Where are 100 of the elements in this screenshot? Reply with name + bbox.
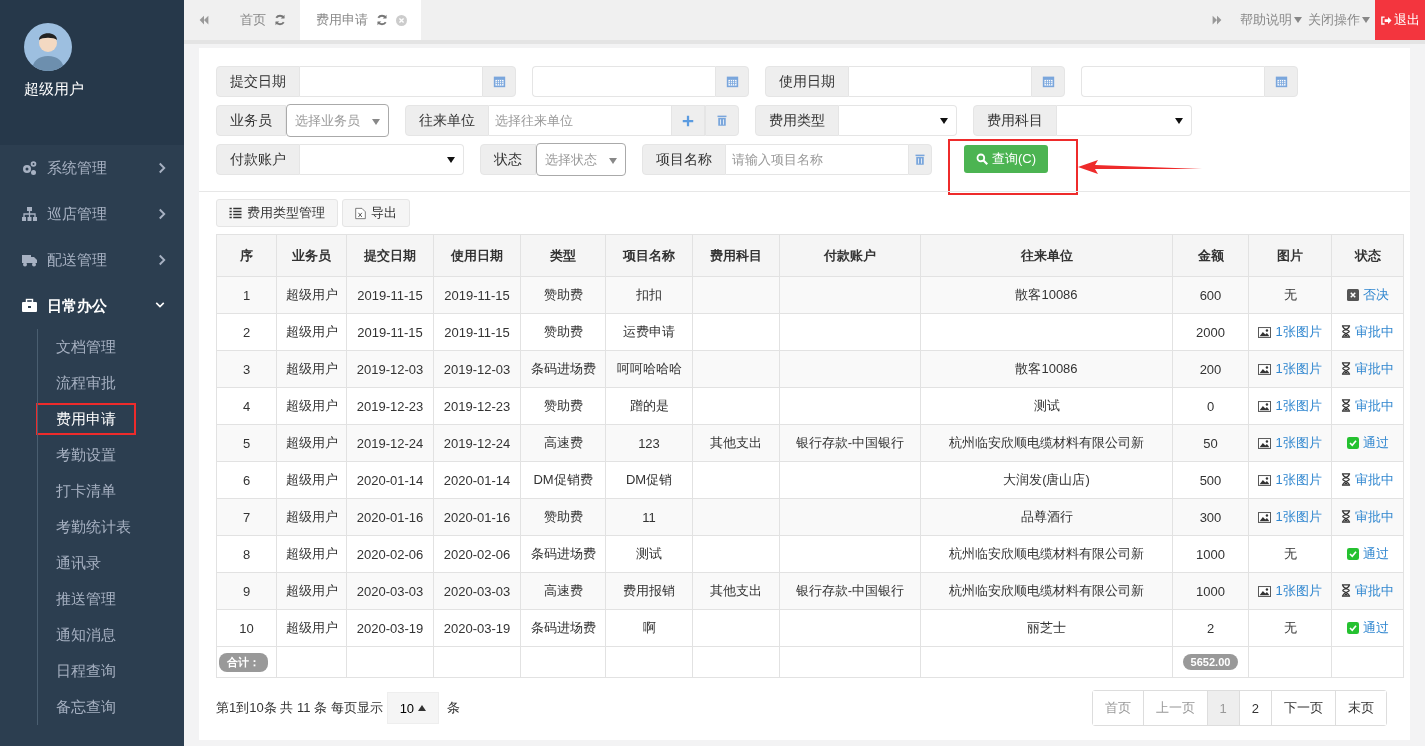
column-header: 序 <box>216 234 277 277</box>
calendar-button[interactable] <box>1264 66 1298 97</box>
calendar-button[interactable] <box>715 66 749 97</box>
calendar-button[interactable] <box>482 66 516 97</box>
submenu-item[interactable]: 通讯录 <box>36 547 121 579</box>
submenu-item[interactable]: 考勤统计表 <box>36 511 151 543</box>
table-cell: 8 <box>216 535 277 573</box>
close-icon[interactable] <box>396 14 407 26</box>
table-cell: 运费申请 <box>605 313 693 351</box>
page-button[interactable]: 1 <box>1206 691 1239 725</box>
toolbar-button[interactable]: 费用类型管理 <box>216 199 338 227</box>
table-cell: 2019-11-15 <box>433 313 521 351</box>
table-cell: 呵呵哈哈哈 <box>605 350 693 388</box>
picture-icon <box>1258 474 1272 486</box>
table-cell: 杭州临安欣顺电缆材料有限公司新 <box>920 572 1173 610</box>
chevron-right-icon <box>158 162 166 174</box>
page-size-dropdown[interactable]: 10 <box>386 692 440 724</box>
field-label: 业务员 <box>216 105 286 136</box>
clear-button[interactable] <box>908 144 932 175</box>
column-header: 往来单位 <box>920 234 1173 277</box>
submenu-item[interactable]: 推送管理 <box>36 583 136 615</box>
menu-item[interactable]: 日常办公 <box>0 283 184 329</box>
table-cell: 超级用户 <box>276 498 347 536</box>
page-unit: 条 <box>447 699 461 717</box>
table-cell: 200 <box>1172 350 1249 388</box>
table-cell: 超级用户 <box>276 350 347 388</box>
column-header: 项目名称 <box>605 234 693 277</box>
check-square-icon <box>1346 622 1359 634</box>
menu-item[interactable]: 巡店管理 <box>0 191 184 237</box>
page-button[interactable]: 末页 <box>1335 691 1386 725</box>
submenu-item[interactable]: 考勤设置 <box>36 439 136 471</box>
date-field[interactable] <box>1081 66 1264 97</box>
user-name: 超级用户 <box>24 80 85 99</box>
picture-icon <box>1258 400 1272 412</box>
select-field[interactable] <box>1057 105 1192 136</box>
table-cell: 4 <box>216 387 277 425</box>
table-cell: 123 <box>605 424 693 462</box>
x-square-icon <box>1346 289 1359 301</box>
submenu-item[interactable]: 费用申请 <box>36 403 136 435</box>
table-cell: 2020-01-16 <box>433 498 521 536</box>
table-cell: 超级用户 <box>276 424 347 462</box>
table-cell: 2019-11-15 <box>346 313 434 351</box>
picture-icon <box>1258 585 1272 597</box>
table-cell: 1000 <box>1172 572 1249 610</box>
picture-icon <box>1258 511 1272 523</box>
date-field[interactable] <box>532 66 715 97</box>
table-cell: 大润发(唐山店) <box>920 461 1173 499</box>
menu-item[interactable]: 配送管理 <box>0 237 184 283</box>
calendar-icon <box>725 75 739 88</box>
toolbar-button[interactable]: 导出 <box>342 199 410 227</box>
submenu-item[interactable]: 通知消息 <box>36 619 136 651</box>
table-cell: 2020-03-19 <box>346 609 434 647</box>
table-cell: 7 <box>216 498 277 536</box>
submenu-item[interactable]: 日程查询 <box>36 655 136 687</box>
date-field[interactable] <box>300 66 482 97</box>
table-cell: 2019-11-15 <box>433 276 521 314</box>
table-cell: 银行存款-中国银行 <box>779 424 921 462</box>
table-cell: 10 <box>216 609 277 647</box>
menu-dropdown[interactable]: 关闭操作 <box>1305 0 1373 40</box>
table-cell: 2019-12-03 <box>433 350 521 388</box>
select-field[interactable] <box>300 144 464 175</box>
text-field[interactable]: 请输入项目名称 <box>726 144 908 175</box>
table-cell: 50 <box>1172 424 1249 462</box>
table-cell: 扣扣 <box>605 276 693 314</box>
query-button[interactable]: 查询(C) <box>964 144 1049 173</box>
menu-item[interactable]: 系统管理 <box>0 145 184 191</box>
truck-icon <box>20 252 38 268</box>
select-field[interactable]: 选择状态 <box>536 143 626 176</box>
field-label: 状态 <box>480 144 536 175</box>
total-label: 合计： <box>219 652 268 672</box>
submenu-item[interactable]: 文档管理 <box>36 331 136 363</box>
date-field[interactable] <box>849 66 1031 97</box>
text-field[interactable]: 选择往来单位 <box>489 105 671 136</box>
table-cell: 6 <box>216 461 277 499</box>
tab[interactable]: 首页 <box>224 0 300 40</box>
table-cell: 高速费 <box>520 424 606 462</box>
hourglass-icon <box>1341 584 1351 598</box>
sitemap-icon <box>20 206 38 222</box>
tab[interactable]: 费用申请 <box>300 0 421 40</box>
table-cell: 赞助费 <box>520 313 606 351</box>
logout-button[interactable]: 退出 <box>1375 0 1425 40</box>
submenu-item[interactable]: 流程审批 <box>36 367 136 399</box>
table-cell: 银行存款-中国银行 <box>779 572 921 610</box>
select-field[interactable]: 选择业务员 <box>286 104 389 137</box>
field-label: 项目名称 <box>642 144 726 175</box>
caret-icon <box>1294 17 1302 23</box>
calendar-button[interactable] <box>1031 66 1065 97</box>
add-button[interactable] <box>671 105 705 136</box>
table-cell: 1000 <box>1172 535 1249 573</box>
submenu-item[interactable]: 打卡清单 <box>36 475 136 507</box>
plus-icon <box>682 114 694 127</box>
clear-button[interactable] <box>705 105 739 136</box>
table-cell: 杭州临安欣顺电缆材料有限公司新 <box>920 535 1173 573</box>
hourglass-icon <box>1341 510 1351 524</box>
picture-icon <box>1258 326 1272 338</box>
submenu-item[interactable]: 备忘查询 <box>36 691 136 723</box>
table-cell: 2020-02-06 <box>433 535 521 573</box>
select-field[interactable] <box>839 105 957 136</box>
picture-icon <box>1258 437 1272 449</box>
menu-dropdown[interactable]: 帮助说明 <box>1237 0 1305 40</box>
